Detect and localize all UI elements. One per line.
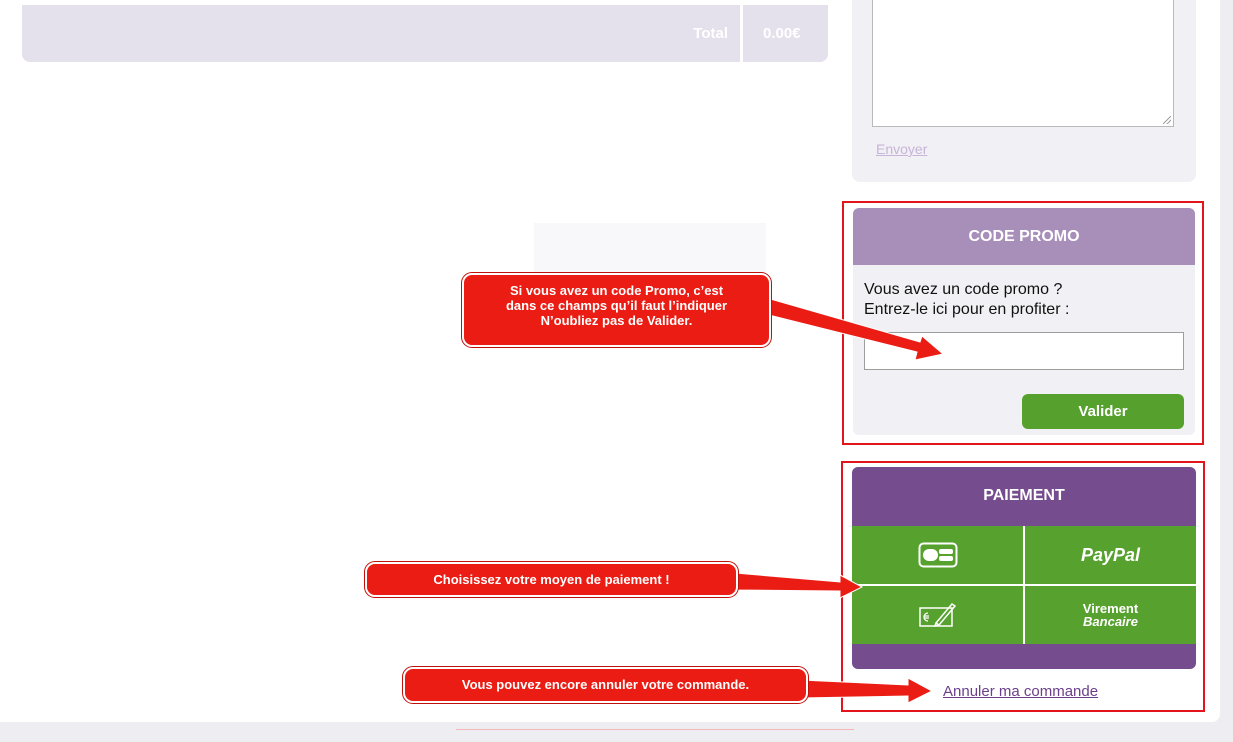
promo-callout-line2: dans ce champs qu’il faut l’indiquer [505, 298, 728, 313]
bottom-divider [456, 729, 854, 730]
promo-arrow [756, 295, 945, 361]
cancel-callout: Vous pouvez encore annuler votre command… [403, 667, 808, 703]
payment-arrow [734, 572, 864, 599]
payment-callout: Choisissez votre moyen de paiement ! [365, 562, 738, 597]
promo-callout: Si vous avez un code Promo, c’est dans c… [462, 273, 771, 347]
annotation-arrows [734, 295, 945, 704]
cancel-arrow [799, 677, 934, 704]
promo-callout-line1: Si vous avez un code Promo, c’est [509, 283, 724, 298]
promo-callout-line3: N’oubliez pas de Valider. [540, 313, 693, 328]
